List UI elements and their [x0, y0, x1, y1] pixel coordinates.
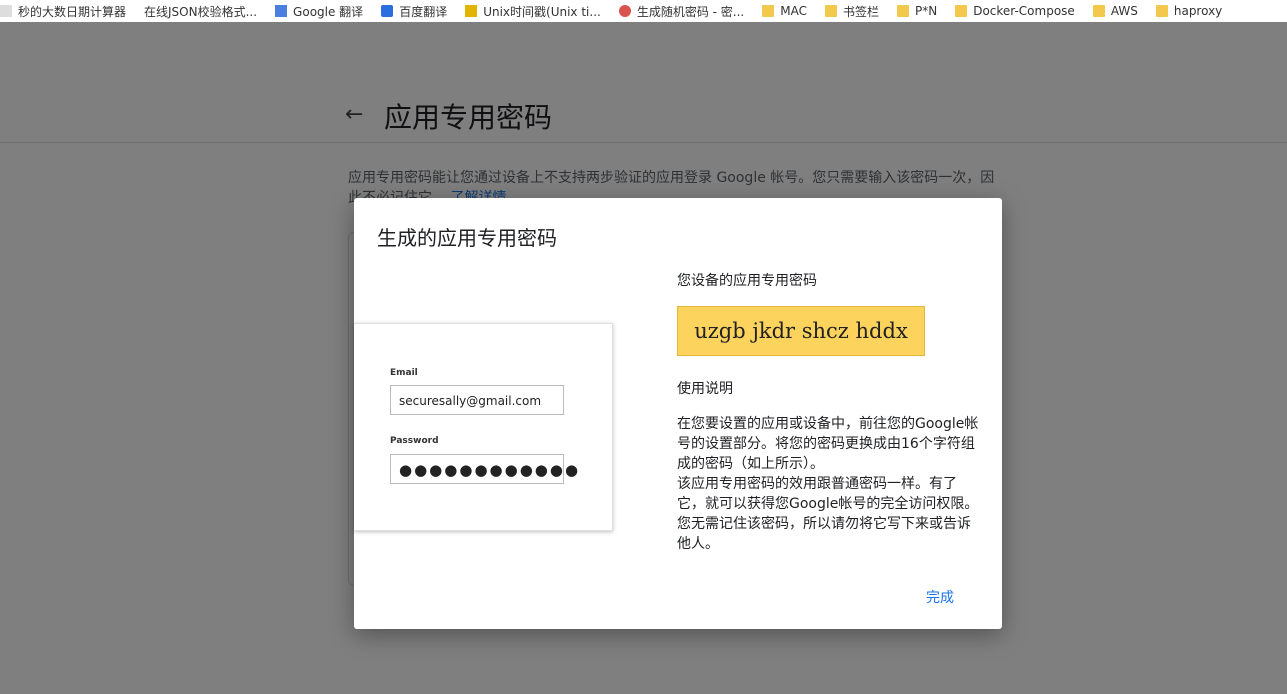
- bookmark-item[interactable]: Google 翻译: [275, 3, 363, 20]
- bookmark-folder[interactable]: P*N: [897, 4, 937, 18]
- bookmark-folder[interactable]: AWS: [1092, 4, 1138, 18]
- bookmark-item[interactable]: 在线JSON校验格式...: [144, 3, 257, 20]
- google-translate-icon: [275, 5, 288, 17]
- bookmark-folder[interactable]: 书签栏: [824, 3, 879, 20]
- bookmark-folder[interactable]: Docker-Compose: [955, 4, 1075, 18]
- illustration-email-field: securesally@gmail.com: [390, 385, 564, 415]
- bookmark-item[interactable]: 生成随机密码 - 密...: [618, 3, 744, 20]
- bookmark-item[interactable]: 秒的大数日期计算器: [0, 3, 126, 20]
- folder-icon: [824, 5, 837, 17]
- folder-icon: [762, 5, 775, 17]
- usage-title: 使用说明: [677, 381, 733, 397]
- bookmark-favicon-icon: [0, 5, 12, 17]
- done-button[interactable]: 完成: [920, 583, 960, 611]
- bookmark-folder[interactable]: MAC: [762, 4, 807, 18]
- usage-paragraph: 在您要设置的应用或设备中，前往您的Google帐号的设置部分。将您的密码更换成由…: [677, 416, 979, 472]
- folder-icon: [1092, 5, 1105, 17]
- illustration-password-label: Password: [390, 436, 439, 446]
- illustration-email-label: Email: [390, 368, 418, 378]
- password-generator-icon: [618, 5, 631, 17]
- folder-icon: [1155, 5, 1168, 17]
- illustration-password-field: ●●●●●●●●●●●●: [390, 454, 578, 484]
- usage-paragraph: 该应用专用密码的效用跟普通密码一样。有了它，就可以获得您Google帐号的完全访…: [677, 476, 979, 552]
- device-password-label: 您设备的应用专用密码: [677, 273, 817, 289]
- bookmark-item[interactable]: 百度翻译: [381, 3, 447, 20]
- login-illustration: Email securesally@gmail.com Password ●●●…: [354, 323, 613, 531]
- dialog-title: 生成的应用专用密码: [377, 226, 557, 250]
- folder-icon: [955, 5, 968, 17]
- bookmark-item[interactable]: Unix时间戳(Unix ti...: [465, 3, 601, 20]
- generated-password-dialog: 生成的应用专用密码 Email securesally@gmail.com Pa…: [354, 198, 1002, 629]
- usage-instructions: 在您要设置的应用或设备中，前往您的Google帐号的设置部分。将您的密码更换成由…: [677, 414, 982, 554]
- bookmark-folder[interactable]: haproxy: [1155, 4, 1222, 18]
- folder-icon: [897, 5, 909, 17]
- baidu-translate-icon: [381, 5, 394, 17]
- generated-password[interactable]: uzgb jkdr shcz hddx: [677, 306, 925, 356]
- bookmarks-bar: 秒的大数日期计算器 在线JSON校验格式... Google 翻译 百度翻译 U…: [0, 0, 1287, 22]
- unix-time-icon: [465, 5, 478, 17]
